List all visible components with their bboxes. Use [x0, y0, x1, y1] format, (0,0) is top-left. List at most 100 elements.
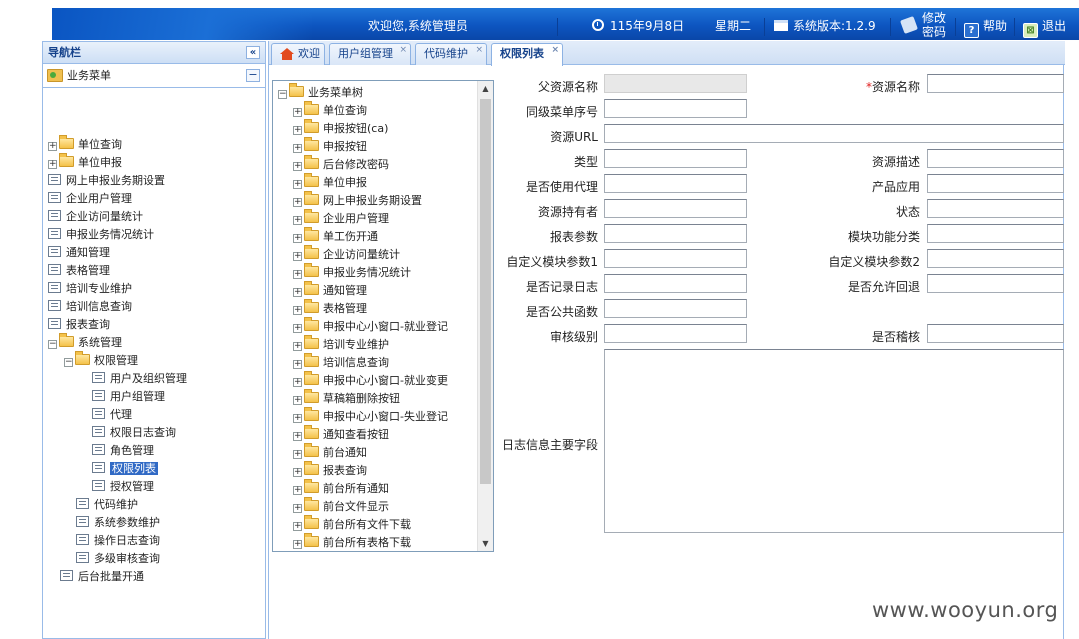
menu-tree-item[interactable]: + 草稿箱删除按钮	[293, 389, 400, 408]
menu-tree-item[interactable]: + 通知查看按钮	[293, 425, 389, 444]
business-menu-header[interactable]: 业务菜单 −	[43, 64, 265, 88]
nav-tree-item[interactable]: 企业访问量统计	[48, 208, 143, 226]
expand-icon[interactable]: +	[293, 270, 302, 279]
nav-tree-item[interactable]: 通知管理	[48, 244, 110, 262]
sibling-order-field[interactable]	[604, 99, 747, 118]
nav-tree-item[interactable]: 代码维护	[76, 496, 138, 514]
nav-tree-item[interactable]: − 权限管理	[64, 351, 138, 370]
tree-root[interactable]: − 业务菜单树	[278, 83, 363, 102]
log-main-field-textarea[interactable]	[604, 349, 1064, 533]
menu-tree-item[interactable]: + 前台文件显示	[293, 497, 389, 516]
expand-icon[interactable]: +	[293, 522, 302, 531]
expand-icon[interactable]: +	[293, 306, 302, 315]
allow-rollback-field[interactable]	[927, 274, 1064, 293]
tab-permission-list[interactable]: 权限列表 ×	[491, 43, 563, 66]
nav-tree-item[interactable]: 操作日志查询	[76, 532, 160, 550]
review-level-field[interactable]	[604, 324, 747, 343]
expand-icon[interactable]: +	[293, 504, 302, 513]
exit-link[interactable]: ⊠ 退出	[1023, 8, 1066, 40]
menu-tree-item[interactable]: + 单位查询	[293, 101, 367, 120]
menu-tree-item[interactable]: + 企业访问量统计	[293, 245, 400, 264]
collapse-icon[interactable]: −	[278, 90, 287, 99]
close-icon[interactable]: ×	[399, 44, 407, 56]
audit-field[interactable]	[927, 324, 1064, 343]
nav-tree-item[interactable]: 培训信息查询	[48, 298, 132, 316]
tab-welcome[interactable]: 欢迎	[271, 43, 325, 65]
expand-icon[interactable]: +	[293, 396, 302, 405]
menu-tree-item[interactable]: + 网上申报业务期设置	[293, 191, 422, 210]
menu-tree-item[interactable]: + 申报中心小窗口-就业登记	[293, 317, 448, 336]
expand-icon[interactable]: +	[293, 126, 302, 135]
nav-tree-item[interactable]: 权限日志查询	[92, 424, 176, 442]
menu-tree-item[interactable]: + 单位申报	[293, 173, 367, 192]
nav-tree-item[interactable]: 培训专业维护	[48, 280, 132, 298]
nav-tree-item[interactable]: + 单位查询	[48, 135, 122, 154]
close-icon[interactable]: ×	[551, 44, 559, 56]
report-param-field[interactable]	[604, 224, 747, 243]
help-link[interactable]: ? 帮助	[964, 8, 1007, 40]
menu-tree-item[interactable]: + 后台修改密码	[293, 155, 389, 174]
expand-icon[interactable]: +	[293, 342, 302, 351]
menu-tree-item[interactable]: + 申报中心小窗口-失业登记	[293, 407, 448, 426]
scrollbar[interactable]: ▲ ▼	[477, 81, 493, 551]
scroll-thumb[interactable]	[480, 99, 491, 484]
menu-tree-item[interactable]: + 申报按钮(ca)	[293, 119, 388, 138]
nav-tree-item[interactable]: 报表查询	[48, 316, 110, 334]
menu-tree-item[interactable]: + 申报按钮	[293, 137, 367, 156]
expand-icon[interactable]: +	[293, 234, 302, 243]
menu-tree-item[interactable]: + 申报业务情况统计	[293, 263, 411, 282]
status-field[interactable]	[927, 199, 1064, 218]
resource-name-field[interactable]	[927, 74, 1064, 93]
expand-icon[interactable]: +	[48, 142, 57, 151]
use-proxy-field[interactable]	[604, 174, 747, 193]
nav-tree-item[interactable]: 授权管理	[92, 478, 154, 496]
expand-icon[interactable]: +	[293, 144, 302, 153]
close-icon[interactable]: ×	[475, 44, 483, 56]
nav-tree-item[interactable]: 角色管理	[92, 442, 154, 460]
public-function-field[interactable]	[604, 299, 747, 318]
menu-tree-item[interactable]: + 通知管理	[293, 281, 367, 300]
expand-icon[interactable]: +	[293, 288, 302, 297]
nav-tree-item[interactable]: 用户组管理	[92, 388, 165, 406]
menu-tree-item[interactable]: + 前台所有通知	[293, 479, 389, 498]
nav-tree-item[interactable]: 后台批量开通	[60, 568, 144, 586]
expand-icon[interactable]: +	[48, 160, 57, 169]
nav-tree-item[interactable]: 多级审核查询	[76, 550, 160, 568]
nav-tree-item[interactable]: 申报业务情况统计	[48, 226, 154, 244]
menu-tree-item[interactable]: + 培训信息查询	[293, 353, 389, 372]
expand-icon[interactable]: +	[293, 468, 302, 477]
custom-param1-field[interactable]	[604, 249, 747, 268]
custom-param2-field[interactable]	[927, 249, 1064, 268]
expand-icon[interactable]: +	[293, 108, 302, 117]
menu-tree-item[interactable]: + 培训专业维护	[293, 335, 389, 354]
expand-icon[interactable]: +	[293, 450, 302, 459]
menu-tree-item[interactable]: + 企业用户管理	[293, 209, 389, 228]
resource-desc-field[interactable]	[927, 149, 1064, 168]
expand-icon[interactable]: +	[293, 162, 302, 171]
collapse-icon[interactable]: −	[64, 358, 73, 367]
scroll-down-icon[interactable]: ▼	[478, 536, 493, 551]
expand-icon[interactable]: +	[293, 540, 302, 549]
expand-icon[interactable]: +	[293, 360, 302, 369]
menu-tree-item[interactable]: + 报表查询	[293, 461, 367, 480]
expand-icon[interactable]: +	[293, 378, 302, 387]
product-app-field[interactable]	[927, 174, 1064, 193]
nav-tree-item[interactable]: 权限列表	[92, 460, 158, 478]
nav-tree-item[interactable]: 用户及组织管理	[92, 370, 187, 388]
expand-icon[interactable]: +	[293, 252, 302, 261]
menu-tree-item[interactable]: + 前台通知	[293, 443, 367, 462]
nav-tree-item[interactable]: 表格管理	[48, 262, 110, 280]
owner-field[interactable]	[604, 199, 747, 218]
nav-tree-item[interactable]: 网上申报业务期设置	[48, 172, 165, 190]
nav-tree-item[interactable]: + 单位申报	[48, 153, 122, 172]
change-password-link[interactable]: 修改 密码	[900, 11, 946, 43]
collapse-section-button[interactable]: −	[246, 69, 260, 82]
menu-tree-item[interactable]: + 单工伤开通	[293, 227, 378, 246]
nav-tree-item[interactable]: 代理	[92, 406, 132, 424]
nav-tree-item[interactable]: 企业用户管理	[48, 190, 132, 208]
menu-tree-item[interactable]: + 前台所有表格下载	[293, 533, 411, 551]
scroll-up-icon[interactable]: ▲	[478, 81, 493, 96]
nav-tree-item[interactable]: 系统参数维护	[76, 514, 160, 532]
record-log-field[interactable]	[604, 274, 747, 293]
type-field[interactable]	[604, 149, 747, 168]
